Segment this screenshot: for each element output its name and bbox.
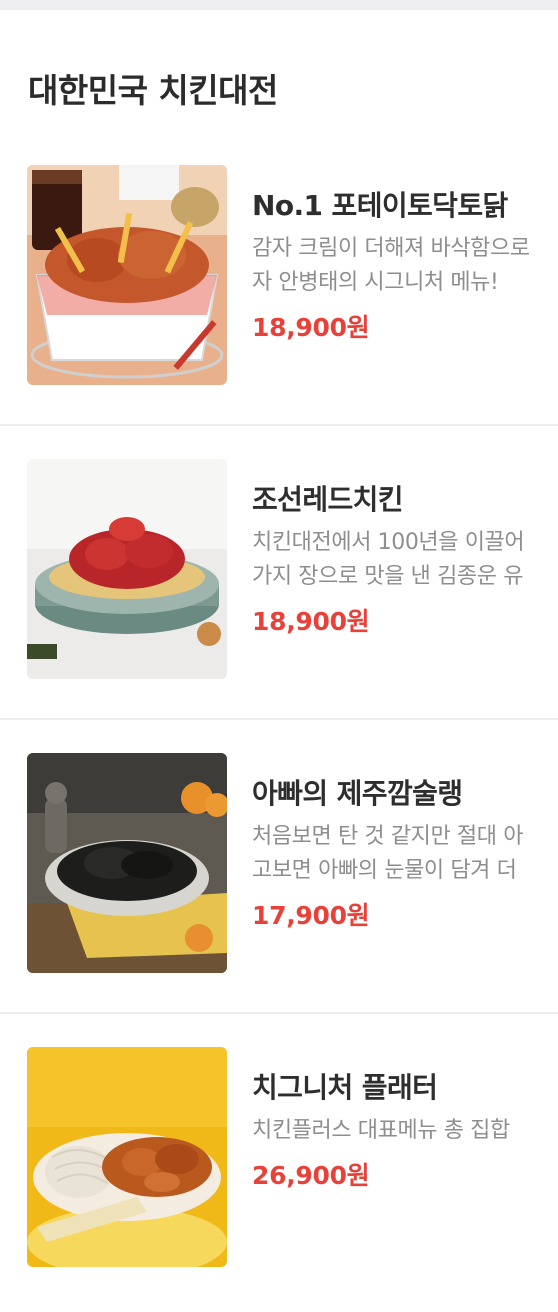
menu-item-info: 치그니처 플래터 치킨플러스 대표메뉴 총 집합 26,900원	[252, 1068, 558, 1192]
menu-item-description-line: 자 안병태의 시그니처 메뉴!	[252, 270, 499, 295]
menu-item-price: 18,900원	[252, 313, 370, 342]
menu-item-description: 치킨대전에서 100년을 이끌어 가지 장으로 맛을 낸 김종운 유	[252, 526, 558, 594]
menu-item-info: 조선레드치킨 치킨대전에서 100년을 이끌어 가지 장으로 맛을 낸 김종운 …	[252, 480, 558, 638]
chicken-platter-noodles-icon	[27, 1047, 227, 1267]
menu-item-image[interactable]	[27, 1047, 227, 1267]
menu-item-description: 처음보면 탄 것 같지만 절대 아 고보면 아빠의 눈물이 담겨 더	[252, 820, 558, 888]
menu-item-description: 치킨플러스 대표메뉴 총 집합	[252, 1114, 558, 1148]
menu-item-info: No.1 포테이토닥토닭 감자 크림이 더해져 바삭함으로 자 안병태의 시그니…	[252, 186, 558, 344]
menu-item[interactable]: 아빠의 제주깜술랭 처음보면 탄 것 같지만 절대 아 고보면 아빠의 눈물이 …	[0, 720, 558, 1014]
menu-item[interactable]: 조선레드치킨 치킨대전에서 100년을 이끌어 가지 장으로 맛을 낸 김종운 …	[0, 426, 558, 720]
menu-item-info: 아빠의 제주깜술랭 처음보면 탄 것 같지만 절대 아 고보면 아빠의 눈물이 …	[252, 774, 558, 932]
menu-item-name: No.1 포테이토닥토닭	[252, 189, 508, 222]
menu-item-description-line: 가지 장으로 맛을 낸 김종운 유	[252, 564, 524, 589]
fried-chicken-fries-basket-icon	[27, 165, 227, 385]
menu-list: No.1 포테이토닥토닭 감자 크림이 더해져 바삭함으로 자 안병태의 시그니…	[0, 132, 558, 1308]
menu-item-name: 치그니처 플래터	[252, 1071, 438, 1104]
menu-item-price: 26,900원	[252, 1161, 370, 1190]
menu-item-image[interactable]	[27, 165, 227, 385]
section-title: 대한민국 치킨대전	[28, 71, 278, 110]
menu-item-name: 아빠의 제주깜술랭	[252, 777, 463, 810]
menu-item[interactable]: 치그니처 플래터 치킨플러스 대표메뉴 총 집합 26,900원	[0, 1014, 558, 1308]
menu-item-price: 18,900원	[252, 607, 370, 636]
menu-item-description-line: 감자 크림이 더해져 바삭함으로	[252, 236, 530, 261]
menu-item-image[interactable]	[27, 753, 227, 973]
menu-item-image[interactable]	[27, 459, 227, 679]
menu-item-description-line: 고보면 아빠의 눈물이 담겨 더	[252, 858, 517, 883]
menu-item[interactable]: No.1 포테이토닥토닭 감자 크림이 더해져 바삭함으로 자 안병태의 시그니…	[0, 132, 558, 426]
black-chicken-tangerine-plate-icon	[27, 753, 227, 973]
menu-item-description-line: 치킨플러스 대표메뉴 총 집합	[252, 1118, 510, 1143]
menu-item-description: 감자 크림이 더해져 바삭함으로 자 안병태의 시그니처 메뉴!	[252, 232, 558, 300]
red-sauce-chicken-platter-icon	[27, 459, 227, 679]
menu-item-description-line: 처음보면 탄 것 같지만 절대 아	[252, 824, 524, 849]
menu-item-name: 조선레드치킨	[252, 483, 404, 516]
menu-item-price: 17,900원	[252, 901, 370, 930]
top-strip	[0, 0, 558, 10]
menu-item-description-line: 치킨대전에서 100년을 이끌어	[252, 530, 525, 555]
